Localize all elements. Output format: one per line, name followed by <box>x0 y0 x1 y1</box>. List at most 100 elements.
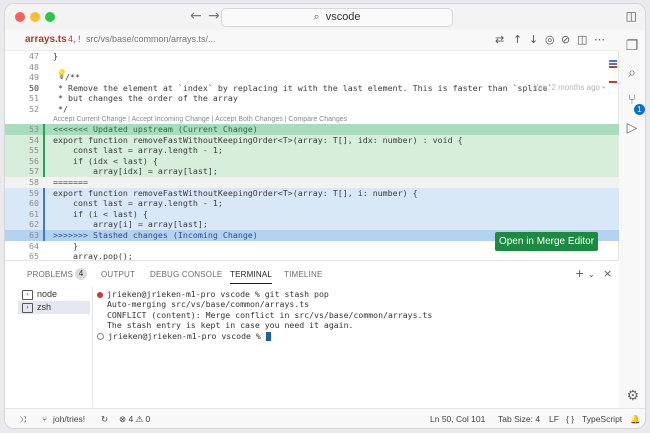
branch-name[interactable]: joh/tries! <box>53 414 85 424</box>
cursor-position[interactable]: Ln 50, Col 101 <box>430 414 485 424</box>
terminal-label: zsh <box>37 302 52 312</box>
explorer-icon[interactable]: ❐ <box>624 38 640 54</box>
close-panel-icon[interactable]: × <box>603 267 612 280</box>
branch-icon: ⑂ <box>42 414 48 424</box>
toggle-icon[interactable]: ◎ <box>545 33 555 46</box>
activity-bar: ❐ ⌕ ⑂ 1 ▷ <box>618 30 645 408</box>
terminal-item-node[interactable]: › node <box>18 288 90 301</box>
terminal-line: CONFLICT (content): Merge conflict in sr… <box>107 309 433 320</box>
code-line: array[idx] = array[last]; <box>53 166 218 177</box>
code-line: * Remove the element at `index` by repla… <box>53 82 553 93</box>
code-line: const last = array.length - 1; <box>53 198 223 209</box>
close-window-button[interactable] <box>15 12 25 22</box>
language-mode[interactable]: TypeScript <box>582 414 622 424</box>
title-bar: ← → ⌕ vscode ◫ <box>5 4 645 31</box>
open-changes-icon[interactable]: ⊘ <box>561 33 570 46</box>
tab-timeline[interactable]: TIMELINE <box>284 270 323 279</box>
breadcrumb[interactable]: src/vs/base/common/arrays.ts/... <box>86 34 216 44</box>
code-line: } <box>53 240 78 251</box>
line-number: 53 <box>29 124 39 134</box>
notifications-icon[interactable]: 🔔 <box>630 414 641 425</box>
more-actions-icon[interactable]: ⋯ <box>594 33 605 46</box>
git-blame-annotation: You, 2 months ago • <box>533 82 605 92</box>
line-number: 51 <box>29 93 39 104</box>
problems-count-badge: 4 <box>75 268 87 280</box>
line-number: 62 <box>29 219 39 230</box>
terminal-item-zsh[interactable]: › zsh <box>18 301 90 314</box>
line-number: 50 <box>29 82 39 93</box>
end-of-line[interactable]: LF <box>549 414 559 424</box>
terminal-line: jrieken@jrieken-m1-pro vscode % git stas… <box>107 289 329 299</box>
forward-arrow-icon[interactable]: → <box>208 8 220 24</box>
search-icon[interactable]: ⌕ <box>624 65 640 81</box>
error-decoration-icon <box>97 291 103 298</box>
terminal-icon: › <box>22 289 33 300</box>
code-line: /** <box>65 72 80 83</box>
search-icon: ⌕ <box>313 11 320 23</box>
code-line: * but changes the order of the array <box>53 93 238 104</box>
minimize-window-button[interactable] <box>30 12 40 22</box>
terminal-line: The stash entry is kept in case you need… <box>107 320 354 331</box>
conflict-marker-incoming: >>>>>>> Stashed changes (Incoming Change… <box>53 230 258 240</box>
open-merge-editor-button[interactable]: Open in Merge Editor <box>495 232 598 251</box>
code-line: if (idx < last) { <box>53 155 158 166</box>
terminal-list: › node › zsh <box>18 288 90 314</box>
remote-icon[interactable]: ⤨ <box>19 414 26 425</box>
command-decoration-icon <box>97 332 104 340</box>
line-number: 56 <box>29 155 39 166</box>
line-number: 58 <box>29 177 39 187</box>
language-mode-icon: { } <box>566 414 575 424</box>
code-line: array[i] = array[last]; <box>53 219 208 230</box>
status-bar: ⤨ ⑂ joh/tries! ↻ ⊗ 4 ⚠ 0 Ln 50, Col 101 … <box>5 408 645 428</box>
previous-conflict-icon[interactable]: ↑ <box>513 33 522 46</box>
line-number: 64 <box>29 240 39 251</box>
line-number: 52 <box>29 104 39 114</box>
new-terminal-icon[interactable]: + <box>575 267 584 280</box>
tab-terminal[interactable]: TERMINAL <box>230 270 273 284</box>
code-line: } <box>53 51 58 61</box>
minimap-marker <box>609 81 617 83</box>
terminal-icon: › <box>22 302 33 313</box>
conflict-separator: ======= <box>53 177 88 187</box>
vscode-window: ← → ⌕ vscode ◫ ❐ ⌕ ⑂ 1 ▷ arrays.ts 4, ! … <box>5 4 645 428</box>
split-editor-icon[interactable]: ◫ <box>577 33 587 46</box>
line-number: 55 <box>29 145 39 156</box>
editor-tab-row: arrays.ts 4, ! src/vs/base/common/arrays… <box>5 30 619 51</box>
settings-gear-icon[interactable]: ⚙ <box>626 388 639 404</box>
terminal-line: Auto-merging src/vs/base/common/arrays.t… <box>107 299 310 310</box>
run-debug-icon[interactable]: ▷ <box>624 120 640 136</box>
terminal-line: jrieken@jrieken-m1-pro vscode % <box>108 330 266 341</box>
terminal-cursor <box>265 331 271 341</box>
code-line: export function removeFastWithoutKeeping… <box>53 134 463 145</box>
line-number: 54 <box>29 134 39 145</box>
zoom-window-button[interactable] <box>45 12 55 22</box>
line-number: 63 <box>29 230 39 240</box>
tab-arrays-ts[interactable]: arrays.ts <box>25 34 67 45</box>
line-number: 47 <box>29 51 39 61</box>
sync-icon[interactable]: ↻ <box>101 414 108 425</box>
minimap-marker <box>609 66 617 68</box>
line-number: 48 <box>29 61 39 72</box>
tab-debug-console[interactable]: DEBUG CONSOLE <box>150 270 222 279</box>
terminal-divider <box>92 287 93 407</box>
tab-problems[interactable]: PROBLEMS <box>27 270 73 279</box>
tab-size[interactable]: Tab Size: 4 <box>498 414 540 424</box>
code-editor[interactable]: 47} 48 49 /** 💡 50 * Remove the element a… <box>5 51 619 261</box>
command-center-search[interactable]: ⌕ vscode <box>221 8 453 27</box>
customize-layout-icon[interactable]: ◫ <box>626 9 637 23</box>
lightbulb-icon[interactable]: 💡 <box>56 70 67 80</box>
problems-status[interactable]: ⊗ 4 ⚠ 0 <box>119 414 150 425</box>
tab-problem-count: 4, ! <box>68 34 81 44</box>
back-arrow-icon[interactable]: ← <box>190 8 202 24</box>
tab-output[interactable]: OUTPUT <box>101 270 135 279</box>
code-line: */ <box>53 104 68 114</box>
compare-changes-icon[interactable]: ⇄ <box>495 33 504 46</box>
conflict-marker-current: <<<<<<< Updated upstream (Current Change… <box>53 124 258 134</box>
code-line: const last = array.length - 1; <box>53 145 223 156</box>
minimap-marker <box>609 60 617 62</box>
next-conflict-icon[interactable]: ↓ <box>529 33 538 46</box>
code-line: export function removeFastWithoutKeeping… <box>53 187 418 198</box>
bottom-panel: PROBLEMS 4 OUTPUT DEBUG CONSOLE TERMINAL… <box>5 260 619 409</box>
chevron-down-icon[interactable]: ⌄ <box>588 270 595 279</box>
terminal-output[interactable]: jrieken@jrieken-m1-pro vscode % git stas… <box>97 289 432 341</box>
